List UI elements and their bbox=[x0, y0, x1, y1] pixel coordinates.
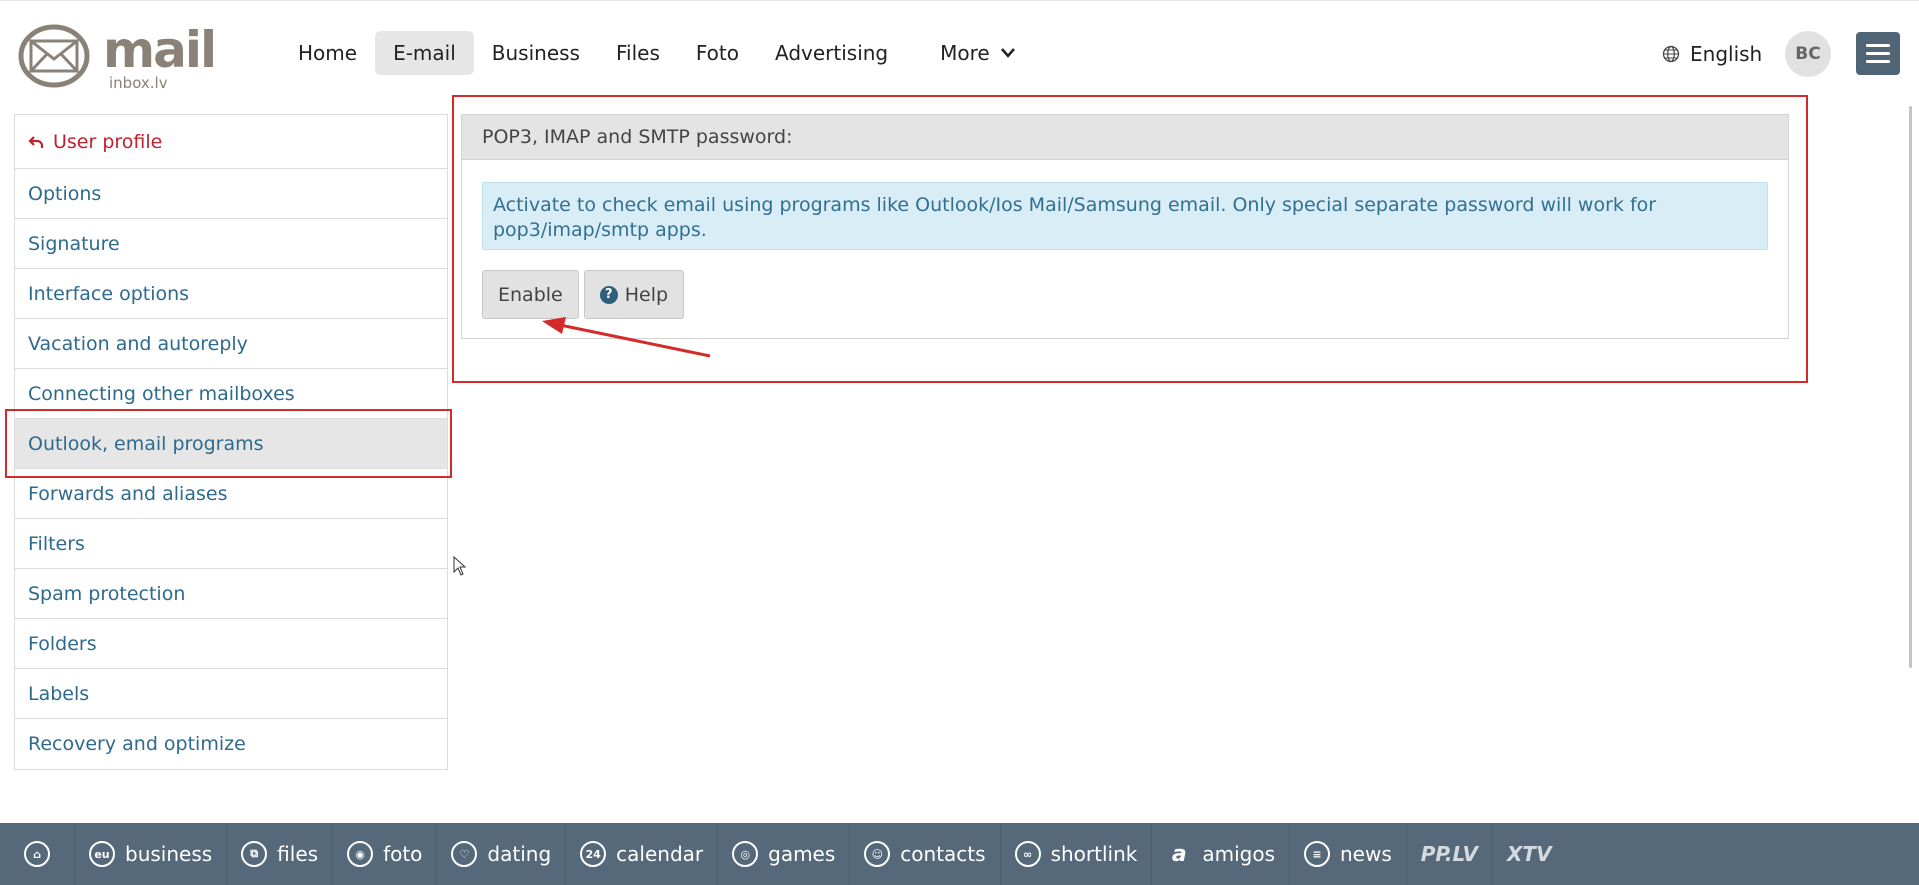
menu-button[interactable] bbox=[1856, 32, 1900, 75]
avatar[interactable]: BC bbox=[1785, 31, 1831, 77]
hamburger-line bbox=[1866, 44, 1890, 47]
footer-news-label: news bbox=[1340, 842, 1392, 866]
sidebar-item-interface-options[interactable]: Interface options bbox=[15, 269, 447, 319]
sidebar-item-connecting-mailboxes[interactable]: Connecting other mailboxes bbox=[15, 369, 447, 419]
contacts-icon: ☺ bbox=[864, 841, 891, 867]
footer-dating[interactable]: ♡ dating bbox=[437, 823, 567, 885]
link-icon: ∞ bbox=[1014, 841, 1041, 867]
sidebar-item-signature[interactable]: Signature bbox=[15, 219, 447, 269]
sidebar-item-vacation-autoreply[interactable]: Vacation and autoreply bbox=[15, 319, 447, 369]
enable-button-label: Enable bbox=[498, 283, 563, 306]
pplv-logo: PP.LV bbox=[1420, 842, 1478, 866]
footer-amigos-label: amigos bbox=[1202, 842, 1275, 866]
files-icon: ⧉ bbox=[241, 841, 268, 867]
business-icon: eu bbox=[89, 841, 115, 867]
footer-calendar[interactable]: 24 calendar bbox=[566, 823, 719, 885]
footer-calendar-label: calendar bbox=[616, 842, 704, 866]
pop3-imap-smtp-panel: POP3, IMAP and SMTP password: Activate t… bbox=[461, 114, 1789, 339]
footer-foto-label: foto bbox=[383, 842, 423, 866]
back-arrow-icon bbox=[28, 134, 44, 150]
footer-foto[interactable]: ◉ foto bbox=[333, 823, 438, 885]
sidebar-item-spam-protection[interactable]: Spam protection bbox=[15, 569, 447, 619]
nav-files[interactable]: Files bbox=[598, 31, 678, 75]
globe-icon bbox=[1662, 45, 1680, 63]
sidebar-item-folders[interactable]: Folders bbox=[15, 619, 447, 669]
footer-dating-label: dating bbox=[487, 842, 552, 866]
footer-games-label: games bbox=[768, 842, 836, 866]
home-icon: ⌂ bbox=[24, 841, 50, 867]
help-button[interactable]: ? Help bbox=[583, 270, 685, 319]
help-button-label: Help bbox=[624, 283, 669, 306]
chevron-down-icon bbox=[1000, 48, 1015, 58]
language-selector[interactable]: English bbox=[1662, 34, 1762, 74]
footer-amigos[interactable]: a amigos bbox=[1152, 823, 1290, 885]
nav-advertising[interactable]: Advertising bbox=[757, 31, 906, 75]
nav-business[interactable]: Business bbox=[474, 31, 598, 75]
enable-button[interactable]: Enable bbox=[482, 270, 579, 319]
footer-contacts[interactable]: ☺ contacts bbox=[850, 823, 1001, 885]
main-nav: Home E-mail Business Files Foto Advertis… bbox=[280, 31, 1034, 75]
sidebar-item-forwards-aliases[interactable]: Forwards and aliases bbox=[15, 469, 447, 519]
envelope-logo-icon bbox=[18, 24, 90, 88]
nav-email[interactable]: E-mail bbox=[375, 31, 474, 75]
nav-home[interactable]: Home bbox=[280, 31, 375, 75]
amigos-icon: a bbox=[1171, 841, 1187, 867]
footer-files-label: files bbox=[277, 842, 319, 866]
page-scrollbar[interactable] bbox=[1909, 106, 1912, 668]
sidebar-item-options[interactable]: Options bbox=[15, 169, 447, 219]
nav-foto[interactable]: Foto bbox=[678, 31, 757, 75]
footer-business-label: business bbox=[125, 842, 213, 866]
sidebar-item-recovery-optimize[interactable]: Recovery and optimize bbox=[15, 719, 447, 769]
language-label: English bbox=[1690, 42, 1763, 66]
panel-actions: Enable ? Help bbox=[482, 270, 685, 319]
logo-wordmark: mail bbox=[103, 21, 217, 79]
footer-business[interactable]: eu business bbox=[75, 823, 228, 885]
hamburger-line bbox=[1866, 52, 1890, 55]
sidebar-back-user-profile[interactable]: User profile bbox=[15, 115, 447, 169]
news-icon: ≡ bbox=[1304, 841, 1330, 867]
footer-pplv[interactable]: PP.LV bbox=[1407, 823, 1493, 885]
hamburger-line bbox=[1866, 60, 1890, 63]
camera-icon: ◉ bbox=[347, 841, 374, 867]
footer-files[interactable]: ⧉ files bbox=[227, 823, 334, 885]
sidebar-item-filters[interactable]: Filters bbox=[15, 519, 447, 569]
mouse-cursor-icon bbox=[453, 556, 467, 576]
calendar-icon: 24 bbox=[580, 841, 607, 867]
footer-xtv[interactable]: XTV bbox=[1493, 823, 1566, 885]
footer-home[interactable]: ⌂ bbox=[0, 823, 75, 885]
top-header: mail inbox.lv Home E-mail Business Files… bbox=[0, 0, 1919, 106]
sidebar-back-label: User profile bbox=[53, 130, 163, 153]
sidebar-item-outlook-email-programs[interactable]: Outlook, email programs bbox=[15, 419, 447, 469]
panel-title: POP3, IMAP and SMTP password: bbox=[462, 115, 1788, 160]
footer-contacts-label: contacts bbox=[900, 842, 986, 866]
xtv-logo: XTV bbox=[1507, 842, 1552, 866]
nav-more[interactable]: More bbox=[922, 31, 1034, 75]
footer-games[interactable]: ◎ games bbox=[718, 823, 851, 885]
footer-shortlink-label: shortlink bbox=[1050, 842, 1138, 866]
settings-sidebar: User profile Options Signature Interface… bbox=[14, 114, 448, 770]
logo-subtitle: inbox.lv bbox=[109, 74, 168, 92]
footer-news[interactable]: ≡ news bbox=[1290, 823, 1407, 885]
sidebar-item-labels[interactable]: Labels bbox=[15, 669, 447, 719]
footer-shortlink[interactable]: ∞ shortlink bbox=[1001, 823, 1153, 885]
services-bar: ⌂ eu business ⧉ files ◉ foto ♡ dating 24… bbox=[0, 823, 1919, 885]
heart-icon: ♡ bbox=[451, 841, 478, 867]
question-icon: ? bbox=[599, 285, 618, 304]
nav-more-label: More bbox=[940, 41, 990, 65]
mail-logo[interactable]: mail inbox.lv bbox=[17, 21, 222, 92]
info-alert: Activate to check email using programs l… bbox=[482, 182, 1768, 250]
gamepad-icon: ◎ bbox=[732, 841, 759, 867]
